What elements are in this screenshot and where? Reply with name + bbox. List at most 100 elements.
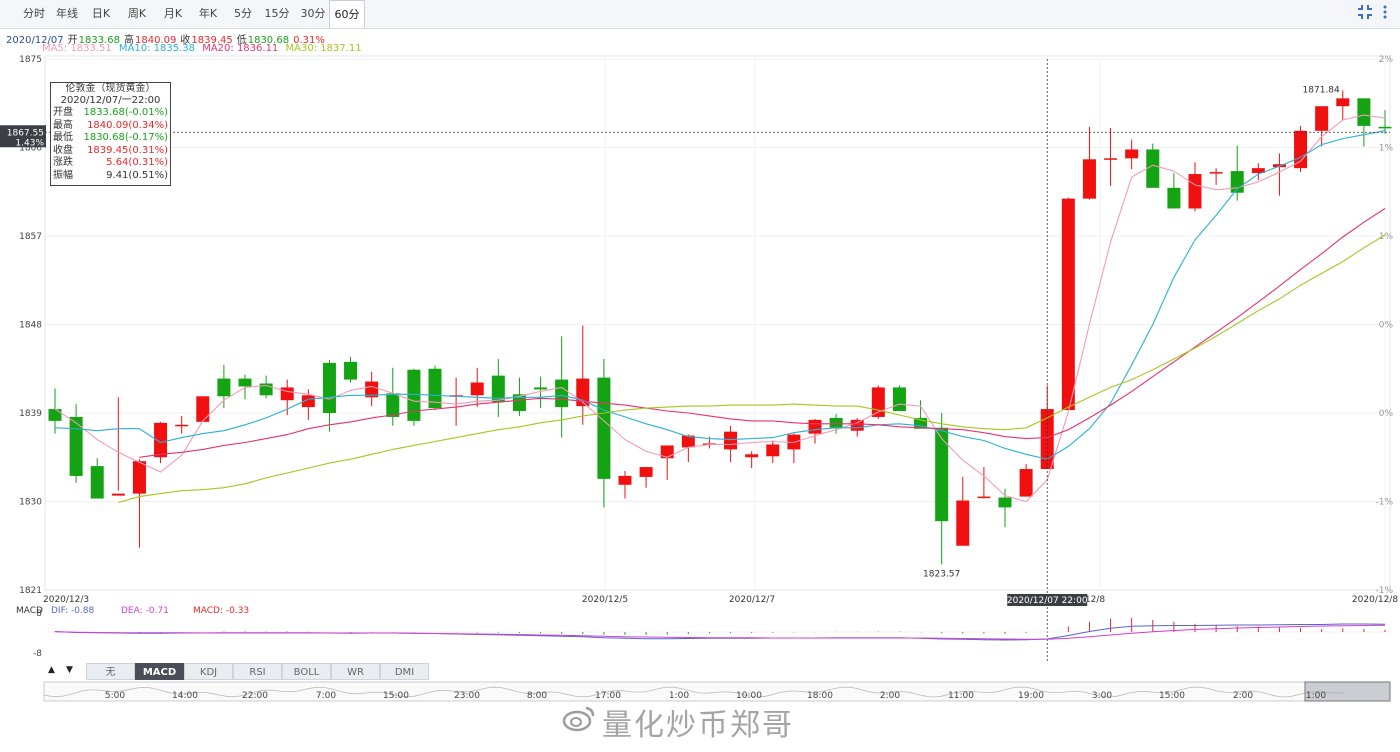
candle-body: [829, 417, 843, 428]
indicator-tab[interactable]: RSI: [233, 663, 282, 680]
tooltip-row: 最低 1830.68(-0.17%): [51, 132, 170, 145]
candle-body: [1188, 174, 1202, 209]
y-tick-label: 1857: [19, 232, 42, 242]
candlestick-chart[interactable]: 18751866185718481839183018212%1%1%0%0%-1…: [0, 0, 1400, 752]
weibo-logo-icon: [562, 706, 595, 732]
candle-body: [892, 387, 906, 412]
navigator-time-label: 1:00: [1306, 691, 1326, 701]
navigator-time-label: 23:00: [454, 691, 480, 701]
candle-body: [534, 387, 548, 390]
candle-body: [111, 493, 125, 496]
candle-body: [850, 419, 864, 431]
candle-body: [1082, 159, 1096, 199]
tooltip-datetime: 2020/12/07/一22:00: [60, 95, 161, 106]
ohlc-tooltip: 伦敦金（现货黄金） 2020/12/07/一22:00 开盘 1833.68(-0…: [50, 82, 171, 186]
navigator-time-label: 5:00: [105, 691, 125, 701]
macd-value: MACD: -0.33: [193, 606, 249, 616]
candle-body: [322, 362, 336, 413]
y-tick-label: 1821: [19, 586, 42, 596]
navigator-time-label: 15:00: [1159, 691, 1185, 701]
candle-body: [196, 396, 210, 422]
candles: [48, 90, 1392, 565]
min-price-label: 1823.57: [923, 569, 960, 579]
candle-body: [766, 444, 780, 457]
pct-tick-label: 2%: [1379, 55, 1394, 65]
candle-body: [1167, 187, 1181, 209]
ma-line: [54, 130, 1386, 460]
x-tick-label: 2020/12/5: [582, 595, 628, 605]
candle-body: [1378, 126, 1392, 129]
tooltip-row-label: 收盘: [53, 144, 73, 156]
ma-line: [54, 114, 1386, 503]
crosshair-time: 2020/12/07 22:00: [1007, 596, 1088, 606]
indicator-tab[interactable]: KDJ: [184, 663, 233, 680]
indicator-tab[interactable]: 无: [86, 663, 135, 680]
candle-body: [217, 378, 231, 397]
navigator-time-label: 3:00: [1092, 691, 1112, 701]
candle-body: [48, 409, 62, 421]
candle-body: [175, 424, 189, 427]
candle-body: [1125, 149, 1139, 159]
candle-body: [1357, 98, 1371, 126]
candle-body: [1294, 130, 1308, 169]
scroll-up-icon[interactable]: ▲: [48, 665, 55, 675]
pct-tick-label: 1%: [1379, 144, 1394, 154]
candle-body: [1209, 172, 1223, 174]
max-price-label: 1871.84: [1303, 85, 1340, 95]
candle-body: [724, 431, 738, 450]
navigator-time-label: 2:00: [1233, 691, 1253, 701]
y-tick-label: 1839: [19, 409, 42, 419]
candle-body: [1104, 158, 1118, 160]
y-tick-label: 1848: [19, 321, 42, 331]
tooltip-row-value: 1840.09(0.34%): [87, 119, 168, 131]
tooltip-row: 涨跌 5.64(0.31%): [51, 157, 170, 170]
tooltip-row-label: 最高: [53, 119, 73, 131]
candle-body: [470, 382, 484, 396]
watermark-text: 量化炒币郑哥: [602, 708, 794, 743]
candle-body: [745, 454, 759, 458]
candle-body: [280, 387, 294, 401]
indicator-tab[interactable]: MACD: [135, 663, 184, 680]
candle-body: [998, 497, 1012, 508]
tooltip-row-label: 振幅: [53, 169, 73, 181]
tooltip-title: 伦敦金（现货黄金）: [65, 83, 156, 94]
macd-title: MACD: [16, 606, 43, 616]
crosshair-price: 1867.55: [7, 128, 44, 138]
candle-body: [132, 461, 146, 494]
tooltip-row-label: 开盘: [53, 107, 73, 118]
x-tick-label: 2020/12/3: [43, 595, 89, 605]
grid: [44, 58, 1390, 591]
x-tick-label: 2020/12/7: [729, 595, 775, 605]
candle-body: [977, 496, 991, 499]
navigator-time-label: 14:00: [172, 691, 198, 701]
tooltip-row-value: 5.64(0.31%): [106, 157, 168, 168]
indicator-tab[interactable]: WR: [331, 663, 380, 680]
pct-tick-label: 0%: [1379, 409, 1394, 419]
tooltip-row-value: 1833.68(-0.01%): [83, 107, 168, 118]
tooltip-row-value: 1839.45(0.31%): [87, 144, 168, 156]
navigator-time-label: 11:00: [948, 691, 974, 701]
navigator-time-label: 22:00: [242, 691, 268, 701]
tooltip-row: 振幅 9.41(0.51%): [51, 170, 170, 183]
candle-body: [344, 361, 358, 380]
x-tick-label: 2020/12/8: [1352, 595, 1398, 605]
scroll-down-icon[interactable]: ▼: [66, 665, 73, 675]
tooltip-row-label: 涨跌: [53, 157, 73, 168]
tooltip-row-value: 9.41(0.51%): [106, 169, 168, 181]
candle-body: [1146, 149, 1160, 188]
tooltip-row: 收盘 1839.45(0.31%): [51, 145, 170, 158]
pct-tick-label: 0%: [1379, 321, 1394, 331]
candle-body: [238, 378, 252, 387]
candle-body: [935, 427, 949, 522]
navigator-time-label: 19:00: [1018, 691, 1044, 701]
candle-body: [1061, 198, 1075, 411]
navigator-time-label: 7:00: [316, 691, 336, 701]
macd-dea: DEA: -0.71: [121, 606, 169, 616]
indicator-tab[interactable]: BOLL: [282, 663, 331, 680]
crosshair-pct: 1.43%: [15, 138, 44, 148]
tooltip-row-value: 1830.68(-0.17%): [83, 132, 168, 143]
plot-frame: [44, 55, 1391, 591]
macd-tick-label: -8: [33, 649, 42, 659]
indicator-tab[interactable]: DMI: [380, 663, 429, 680]
candle-body: [618, 475, 632, 485]
